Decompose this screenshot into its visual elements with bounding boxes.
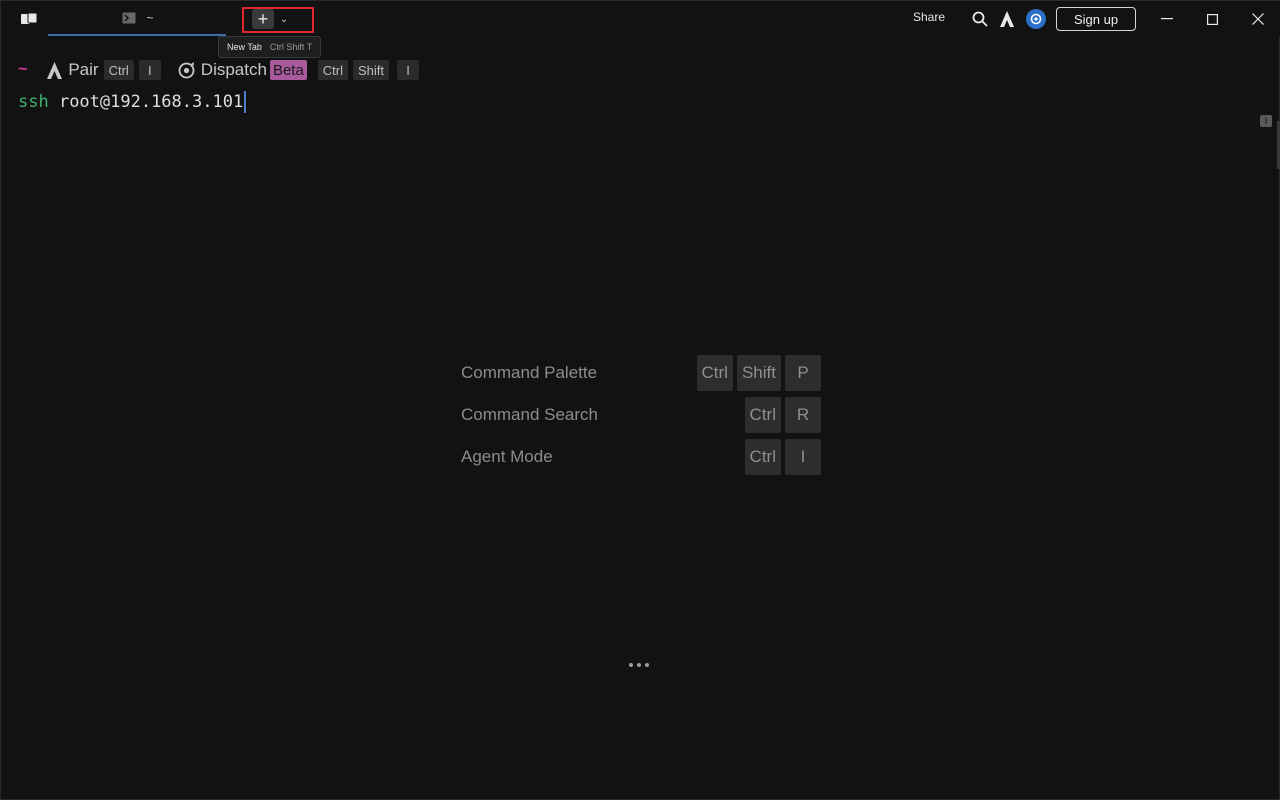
shortcut-row: Agent Mode Ctrl I bbox=[461, 439, 821, 481]
tab-title: ~ bbox=[146, 11, 154, 25]
active-tab-indicator bbox=[48, 34, 226, 36]
close-icon[interactable] bbox=[1245, 7, 1271, 31]
current-directory: ~ bbox=[18, 61, 28, 78]
title-bar: ~ + ⌄ New Tab Ctrl Shift T Share Sign up bbox=[1, 1, 1280, 58]
new-tab-button[interactable]: + bbox=[252, 9, 274, 29]
shortcut-panel: Command Palette Ctrl Shift P Command Sea… bbox=[461, 355, 821, 481]
chevron-down-icon: ⌄ bbox=[279, 13, 289, 25]
app-icon-svg bbox=[21, 13, 37, 24]
dispatch-key-i: I bbox=[397, 60, 420, 80]
key-cap: Ctrl bbox=[696, 355, 733, 391]
block-marker-icon[interactable]: I bbox=[1260, 115, 1272, 127]
minimize-icon[interactable] bbox=[1153, 7, 1181, 31]
pair-button[interactable]: Pair bbox=[68, 60, 98, 80]
dot bbox=[629, 663, 633, 667]
command-keyword: ssh bbox=[18, 92, 49, 112]
shortcut-label: Command Search bbox=[461, 405, 599, 424]
pair-key-ctrl: Ctrl bbox=[103, 60, 134, 80]
shortcut-row: Command Search Ctrl R bbox=[461, 397, 821, 439]
beta-badge: Beta bbox=[269, 60, 307, 80]
text-cursor bbox=[244, 91, 247, 113]
key-cap: R bbox=[785, 397, 821, 433]
shortcut-label: Command Palette bbox=[461, 363, 598, 382]
terminal-icon bbox=[120, 9, 138, 27]
key-cap: I bbox=[785, 439, 821, 475]
more-icon[interactable] bbox=[629, 663, 653, 671]
shortcut-row: Command Palette Ctrl Shift P bbox=[461, 355, 821, 397]
search-icon[interactable] bbox=[970, 9, 990, 29]
share-button[interactable]: Share bbox=[913, 10, 945, 24]
dot bbox=[637, 663, 641, 667]
command-argument: root@192.168.3.101 bbox=[48, 92, 244, 112]
new-tab-menu-button[interactable]: ⌄ bbox=[277, 10, 291, 28]
key-cap: Ctrl bbox=[744, 397, 781, 433]
pair-icon[interactable] bbox=[45, 61, 63, 79]
app-window: ~ + ⌄ New Tab Ctrl Shift T Share Sign up… bbox=[0, 0, 1280, 800]
dispatch-key-ctrl: Ctrl bbox=[317, 60, 349, 80]
key-cap: Shift bbox=[736, 355, 781, 391]
maximize-icon[interactable] bbox=[1199, 7, 1225, 31]
tab-home[interactable]: ~ bbox=[48, 1, 226, 35]
dispatch-key-shift: Shift bbox=[353, 60, 390, 80]
dot bbox=[645, 663, 649, 667]
command-input[interactable]: ssh root@192.168.3.101 bbox=[18, 90, 247, 114]
gear-icon[interactable] bbox=[1025, 8, 1047, 30]
dispatch-button[interactable]: Dispatch bbox=[201, 60, 267, 80]
pair-key-i: I bbox=[138, 60, 161, 80]
sign-up-button[interactable]: Sign up bbox=[1056, 7, 1136, 31]
dispatch-icon[interactable] bbox=[178, 61, 196, 79]
plus-icon: + bbox=[257, 9, 269, 29]
new-tab-tooltip: New Tab Ctrl Shift T bbox=[218, 36, 322, 58]
shortcut-keys: Ctrl I bbox=[744, 439, 821, 475]
shortcut-keys: Ctrl Shift P bbox=[696, 355, 821, 391]
tooltip-label: New Tab bbox=[227, 42, 262, 52]
app-icon[interactable] bbox=[18, 10, 40, 28]
prompt-toolbar: ~ Pair Ctrl I Dispatch Beta Ctrl Shift I bbox=[18, 59, 420, 81]
shortcut-keys: Ctrl R bbox=[744, 397, 821, 433]
shortcut-label: Agent Mode bbox=[461, 447, 553, 466]
tooltip-shortcut: Ctrl Shift T bbox=[269, 42, 313, 52]
warp-icon[interactable] bbox=[998, 9, 1016, 29]
key-cap: P bbox=[785, 355, 821, 391]
key-cap: Ctrl bbox=[744, 439, 781, 475]
